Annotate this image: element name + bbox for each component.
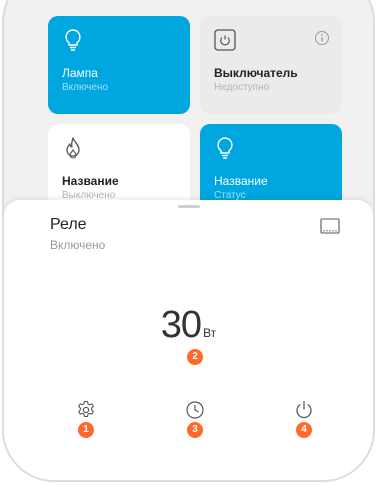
power-unit: Вт xyxy=(203,326,217,340)
tile-switch[interactable]: Выключатель Недоступно xyxy=(200,16,342,114)
power-value: 30 xyxy=(160,304,202,346)
sheet-drag-handle[interactable] xyxy=(177,205,200,208)
sheet-status: Включено xyxy=(50,238,106,252)
tile-status: Недоступно xyxy=(214,82,270,93)
gear-icon[interactable] xyxy=(76,400,96,420)
callout-badge-3: 3 xyxy=(187,422,203,438)
info-icon[interactable] xyxy=(314,30,330,46)
sheet-title: Реле xyxy=(50,216,87,233)
tile-status: Включено xyxy=(62,82,109,93)
phone-frame: Лампа Включено Выключатель Недоступно На… xyxy=(2,0,375,482)
device-icon[interactable] xyxy=(320,218,340,234)
flame-icon xyxy=(66,137,80,159)
tile-name: Лампа xyxy=(62,66,98,80)
callout-badge-1: 1 xyxy=(78,422,94,438)
clock-icon[interactable] xyxy=(185,400,205,420)
callout-badge-4: 4 xyxy=(296,422,312,438)
tile-name: Выключатель xyxy=(214,66,298,80)
power-icon[interactable] xyxy=(294,400,314,420)
power-reading: 30 Вт xyxy=(4,304,373,347)
switch-icon xyxy=(214,29,236,51)
callout-badge-2: 2 xyxy=(187,349,203,365)
tile-name: Название xyxy=(214,174,268,188)
tile-name: Название xyxy=(62,174,119,188)
bulb-icon xyxy=(217,137,233,159)
tile-lamp[interactable]: Лампа Включено xyxy=(48,16,190,114)
device-sheet[interactable]: Реле Включено 30 Вт 2 1 3 4 xyxy=(4,200,373,480)
bulb-icon xyxy=(65,29,81,51)
